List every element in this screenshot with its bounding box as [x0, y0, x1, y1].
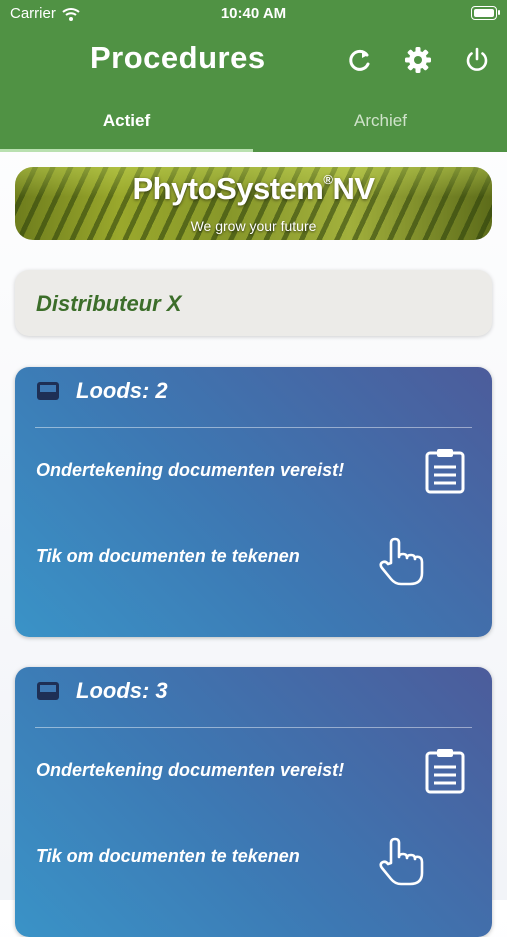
warehouse-card-header: Loods: 2	[35, 378, 168, 404]
tab-archief-label: Archief	[354, 111, 407, 130]
hand-pointer-icon	[379, 837, 424, 886]
refresh-icon	[349, 49, 370, 71]
brand-suffix: NV	[332, 171, 375, 206]
hand-pointer-icon	[379, 537, 424, 586]
clipboard-icon	[425, 449, 465, 494]
brand-name: PhytoSystem®NV	[15, 171, 492, 207]
tab-archief[interactable]: Archief	[254, 100, 507, 152]
warehouse-card-header: Loods: 3	[35, 678, 168, 704]
tap-to-sign-text: Tik om documenten te tekenen	[36, 546, 300, 566]
clipboard-icon	[425, 749, 465, 794]
tab-bar: Actief Archief	[0, 100, 507, 152]
inbox-tray-icon	[37, 382, 59, 400]
status-bar: Carrier 10:40 AM	[0, 0, 507, 28]
warehouse-title: Loods: 3	[76, 678, 168, 703]
page-title: Procedures	[90, 40, 266, 75]
tab-actief-label: Actief	[102, 111, 151, 130]
tap-to-sign-text: Tik om documenten te tekenen	[36, 846, 300, 866]
tab-actief[interactable]: Actief	[0, 100, 253, 152]
brand-name-text: PhytoSystem	[132, 171, 324, 206]
signature-required-text: Ondertekening documenten vereist!	[36, 760, 345, 780]
refresh-button[interactable]	[345, 45, 375, 75]
logout-button[interactable]	[462, 45, 492, 75]
battery-icon	[471, 6, 500, 20]
warehouse-card[interactable]: Loods: 3 Ondertekening documenten vereis…	[15, 667, 492, 937]
settings-button[interactable]	[403, 45, 433, 75]
brand-tagline: We grow your future	[190, 218, 317, 234]
status-time: 10:40 AM	[220, 5, 287, 22]
divider	[35, 427, 472, 428]
brand-banner: PhytoSystem®NV We grow your future	[15, 167, 492, 240]
power-icon	[466, 47, 488, 71]
distributor-card[interactable]: Distributeur X	[15, 270, 492, 336]
app-header: Carrier 10:40 AM Procedures Actief Archi…	[0, 0, 507, 152]
distributor-name: Distributeur X	[36, 291, 182, 316]
warehouse-card[interactable]: Loods: 2 Ondertekening documenten vereis…	[15, 367, 492, 637]
signature-required-text: Ondertekening documenten vereist!	[36, 460, 345, 480]
warehouse-title: Loods: 2	[76, 378, 168, 403]
divider	[35, 727, 472, 728]
gear-icon	[405, 47, 431, 73]
active-tab-indicator	[0, 149, 253, 152]
inbox-tray-icon	[37, 682, 59, 700]
